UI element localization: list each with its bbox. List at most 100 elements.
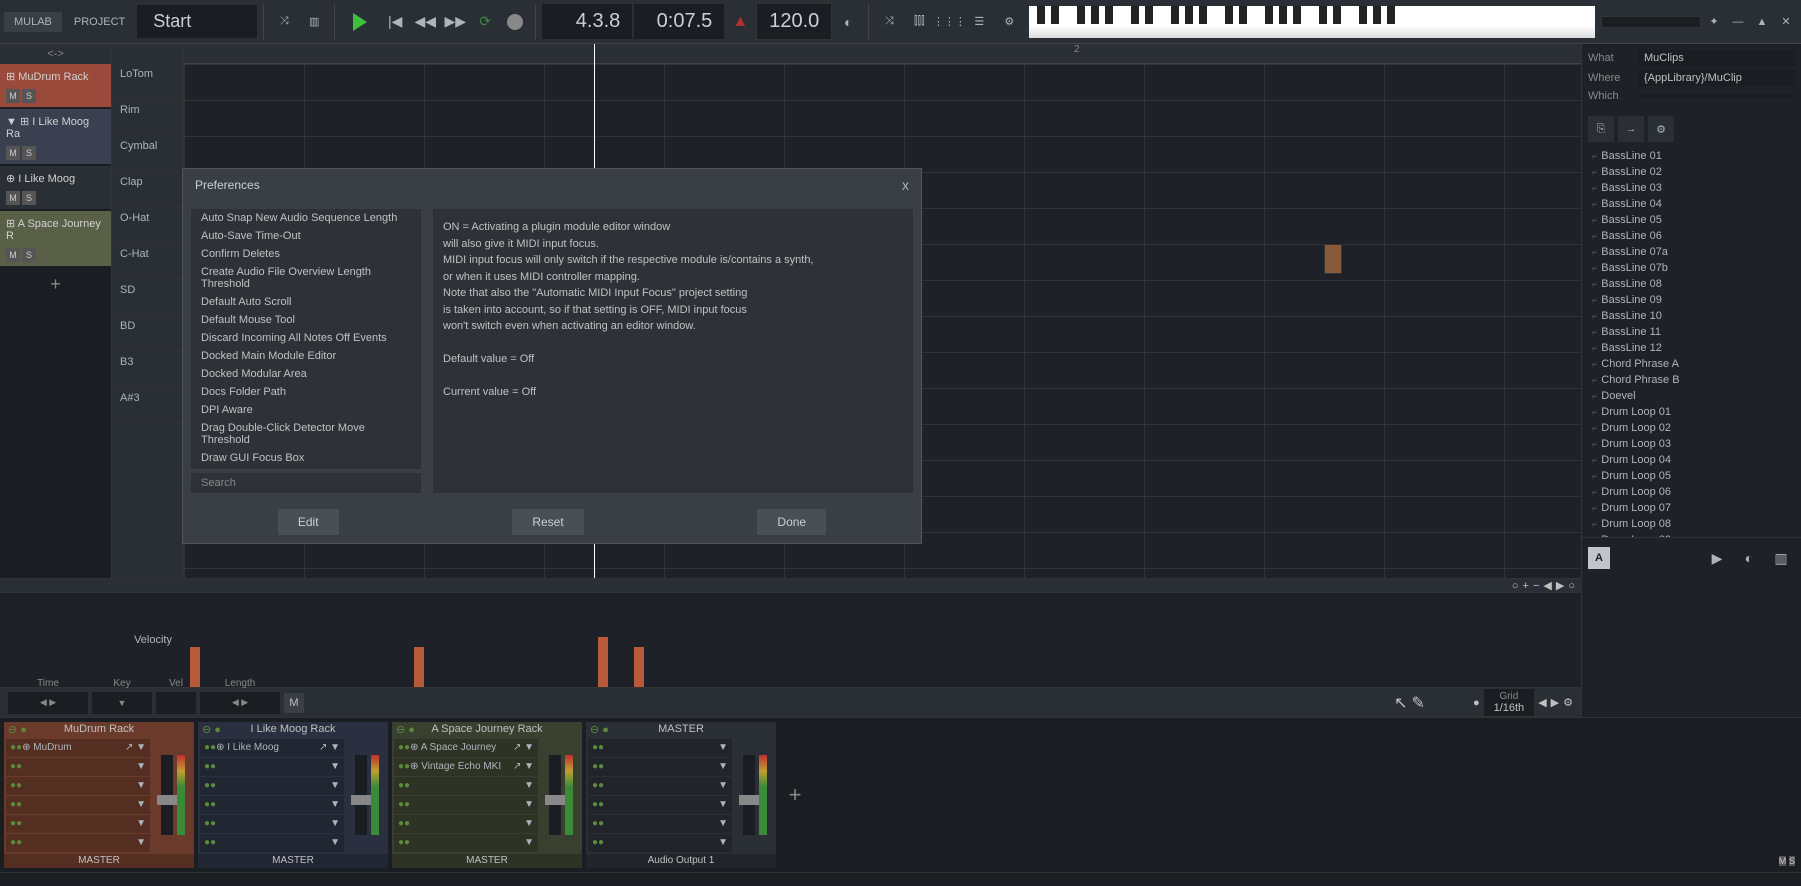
vel-field[interactable]: Vel — [156, 692, 196, 714]
mixer-slot[interactable]: ● ● ▼ — [394, 834, 538, 852]
preference-item[interactable]: Docked Main Module Editor — [191, 347, 421, 365]
add-tool-icon[interactable]: + — [1523, 580, 1529, 592]
position-display[interactable]: 4.3.8 — [542, 4, 632, 39]
browser-item[interactable]: BassLine 07a — [1588, 244, 1795, 260]
browser-item[interactable]: BassLine 12 — [1588, 340, 1795, 356]
note-name-row[interactable]: O-Hat — [112, 208, 183, 244]
time-field[interactable]: Time◀ ▶ — [8, 692, 88, 714]
minimap[interactable] — [1601, 16, 1701, 28]
next-tool-icon[interactable]: ▶ — [1556, 579, 1564, 592]
zoom-tool-icon[interactable]: ○ — [1512, 580, 1519, 592]
channel-output[interactable]: MASTERM S — [4, 854, 194, 869]
note-name-row[interactable]: LoTom — [112, 64, 183, 100]
preference-item[interactable]: Auto Snap New Audio Sequence Length — [191, 209, 421, 227]
channel-mute[interactable]: M — [1779, 856, 1787, 866]
mixer-channel[interactable]: ⊖ ●I Like Moog Rack ● ● ⊕ I Like Moog↗ ▼… — [198, 722, 388, 868]
project-button[interactable]: PROJECT — [64, 12, 135, 32]
browser-item[interactable]: Chord Phrase A — [1588, 356, 1795, 372]
preference-item[interactable]: Editor Navigation — [191, 467, 421, 469]
preference-item[interactable]: Discard Incoming All Notes Off Events — [191, 329, 421, 347]
note-name-row[interactable]: Clap — [112, 172, 183, 208]
what-field[interactable]: MuClips — [1638, 50, 1795, 66]
solo-button[interactable]: S — [22, 191, 36, 205]
rewind-start-button[interactable]: |◀ — [381, 8, 409, 36]
mixer-slot[interactable]: ● ● ⊕ Vintage Echo MKI↗ ▼ — [394, 758, 538, 776]
loop-button[interactable]: ⟳ — [471, 8, 499, 36]
mixer-channel[interactable]: ⊖ ●MuDrum Rack ● ● ⊕ MuDrum↗ ▼● ● ▼● ● ▼… — [4, 722, 194, 868]
add-channel-button[interactable]: + — [780, 722, 810, 868]
track-item[interactable]: ⊞ MuDrum RackMS — [0, 64, 111, 107]
mixer-slot[interactable]: ● ● ▼ — [394, 796, 538, 814]
note-block[interactable] — [1324, 244, 1342, 274]
sub-tool-icon[interactable]: − — [1533, 580, 1539, 592]
browser-item[interactable]: BassLine 08 — [1588, 276, 1795, 292]
tempo-dial-icon[interactable]: ◐ — [834, 8, 862, 36]
note-name-row[interactable]: Cymbal — [112, 136, 183, 172]
preference-item[interactable]: Drag Double-Click Detector Move Threshol… — [191, 419, 421, 449]
note-name-row[interactable]: B3 — [112, 352, 183, 388]
solo-button[interactable]: S — [22, 146, 36, 160]
browser-a-button[interactable]: A — [1588, 547, 1610, 569]
browser-item[interactable]: Drum Loop 04 — [1588, 452, 1795, 468]
track-header[interactable]: <-> — [0, 44, 111, 64]
preference-item[interactable]: Docs Folder Path — [191, 383, 421, 401]
metronome-icon[interactable]: ▲ — [726, 8, 754, 36]
browser-item[interactable]: BassLine 10 — [1588, 308, 1795, 324]
pencil-tool-icon[interactable]: ✎ — [1412, 693, 1425, 713]
edit-button[interactable]: Edit — [278, 509, 339, 535]
note-name-row[interactable]: C-Hat — [112, 244, 183, 280]
browser-item[interactable]: BassLine 11 — [1588, 324, 1795, 340]
browser-item[interactable]: BassLine 03 — [1588, 180, 1795, 196]
prev-tool-icon[interactable]: ◀ — [1543, 579, 1551, 592]
solo-button[interactable]: S — [22, 248, 36, 262]
note-name-row[interactable]: BD — [112, 316, 183, 352]
browser-item[interactable]: Drum Loop 02 — [1588, 420, 1795, 436]
mixer-slot[interactable]: ● ● ▼ — [200, 758, 344, 776]
preference-item[interactable]: Create Audio File Overview Length Thresh… — [191, 263, 421, 293]
play-button[interactable] — [341, 8, 379, 36]
minimize-icon[interactable]: — — [1727, 11, 1749, 33]
browser-item[interactable]: BassLine 05 — [1588, 212, 1795, 228]
browser-dial-icon[interactable]: ◐ — [1735, 544, 1763, 572]
channel-output[interactable]: MASTERM S — [392, 854, 582, 869]
mixer-slot[interactable]: ● ● ▼ — [200, 796, 344, 814]
pointer-tool-icon[interactable]: ↖ — [1394, 693, 1407, 713]
browser-panel-icon[interactable]: ▥ — [1767, 544, 1795, 572]
mixer-slot[interactable]: ● ● ▼ — [6, 796, 150, 814]
grid-next-icon[interactable]: ▶ — [1551, 696, 1559, 709]
record-button[interactable] — [501, 8, 529, 36]
mixer-icon[interactable]: ⫿⫿⫿ — [905, 8, 933, 36]
mixer-slot[interactable]: ● ● ▼ — [200, 834, 344, 852]
maximize-icon[interactable]: ▲ — [1751, 11, 1773, 33]
velocity-content[interactable] — [184, 593, 1581, 687]
mixer-slot[interactable]: ● ● ⊕ MuDrum↗ ▼ — [6, 739, 150, 757]
mixer-slot[interactable]: ● ● ▼ — [588, 758, 732, 776]
mixer-slot[interactable]: ● ● ⊕ A Space Journey↗ ▼ — [394, 739, 538, 757]
grid-dot-icon[interactable]: ● — [1473, 697, 1480, 709]
grid-settings-icon[interactable]: ⚙ — [1563, 696, 1573, 709]
preference-item[interactable]: Default Mouse Tool — [191, 311, 421, 329]
mixer-slot[interactable]: ● ● ▼ — [588, 739, 732, 757]
preferences-list[interactable]: Auto Snap New Audio Sequence LengthAuto-… — [191, 209, 421, 469]
gear-icon[interactable]: ⚙ — [1648, 116, 1674, 142]
mixer-slot[interactable]: ● ● ▼ — [200, 777, 344, 795]
grid-icon[interactable]: ⋮⋮⋮ — [935, 8, 963, 36]
browser-item[interactable]: Drum Loop 01 — [1588, 404, 1795, 420]
pin-icon[interactable]: ✦ — [1703, 11, 1725, 33]
browser-item[interactable]: BassLine 02 — [1588, 164, 1795, 180]
mixer-slot[interactable]: ● ● ▼ — [6, 758, 150, 776]
note-name-row[interactable]: Rim — [112, 100, 183, 136]
tool-arrow-icon[interactable]: ⤨ — [875, 8, 903, 36]
mixer-slot[interactable]: ● ● ▼ — [394, 777, 538, 795]
mute-button[interactable]: M — [6, 191, 20, 205]
preference-item[interactable]: DPI Aware — [191, 401, 421, 419]
where-field[interactable]: {AppLibrary}/MuClip — [1638, 70, 1795, 86]
m-badge[interactable]: M — [284, 693, 304, 713]
mixer-slot[interactable]: ● ● ▼ — [588, 777, 732, 795]
rewind-button[interactable]: ◀◀ — [411, 8, 439, 36]
mute-button[interactable]: M — [6, 89, 20, 103]
fit-tool-icon[interactable]: ○ — [1568, 580, 1575, 592]
reset-button[interactable]: Reset — [512, 509, 583, 535]
track-item[interactable]: ⊕ I Like MoogMS — [0, 166, 111, 209]
preference-item[interactable]: Confirm Deletes — [191, 245, 421, 263]
